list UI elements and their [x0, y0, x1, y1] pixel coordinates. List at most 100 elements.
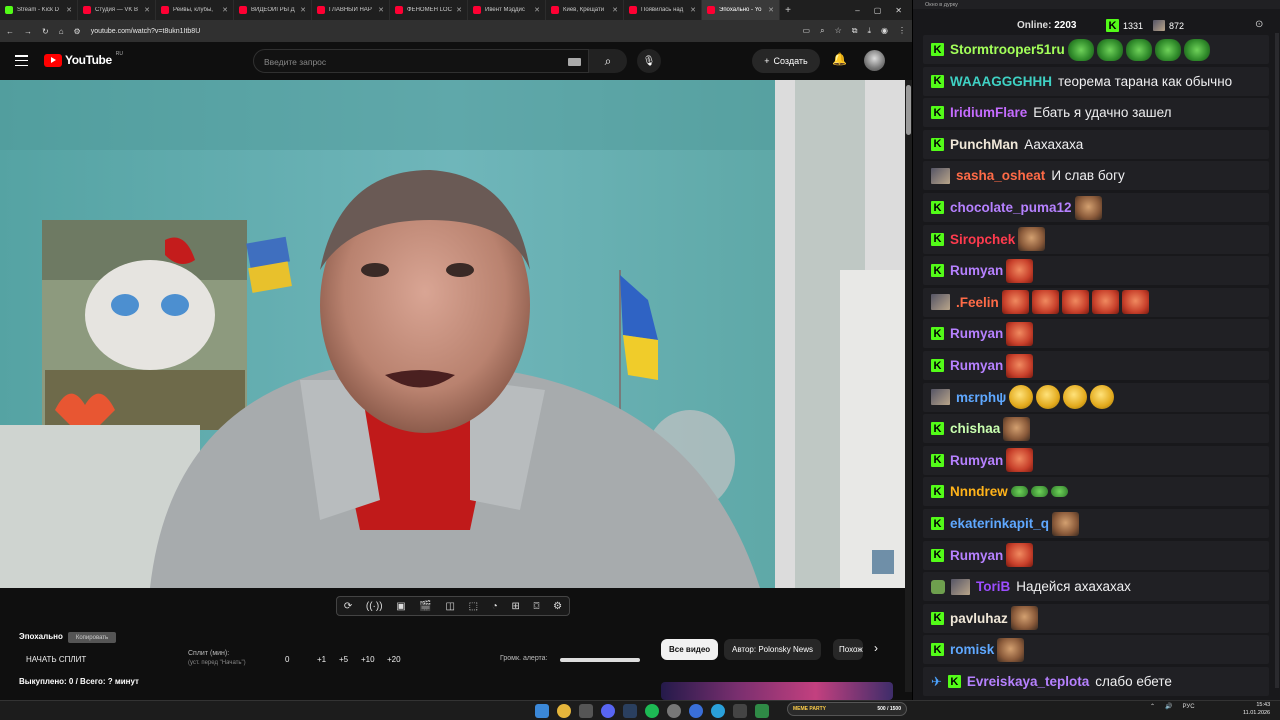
create-button[interactable]: + Создать [752, 49, 820, 73]
cast-icon[interactable]: ▭ [803, 26, 811, 36]
chat-username[interactable]: Rumyan [950, 326, 1003, 341]
spotify-icon[interactable] [645, 704, 659, 718]
browser-tab[interactable]: ГЛАВНЫЙ НАР ✕ [312, 0, 390, 20]
back-icon[interactable]: ← [6, 27, 14, 36]
chat-message[interactable]: Kchocolate_puma12 [923, 193, 1269, 222]
chip-author[interactable]: Автор: Polonsky News [724, 639, 822, 660]
chat-username[interactable]: IridiumFlare [950, 105, 1027, 120]
split-plus10-button[interactable]: +10 [361, 655, 375, 664]
chat-message[interactable]: K WAAAGGGHHH теорема тарана как обычно [923, 66, 1269, 96]
chip-all-videos[interactable]: Все видео [661, 639, 719, 660]
chat-username[interactable]: WAAAGGGHHH [950, 74, 1052, 89]
chat-username[interactable]: ekaterinkapit_q [950, 516, 1049, 531]
chat-username[interactable]: pavluhaz [950, 611, 1008, 626]
clock[interactable]: 15:43 11.01.2026 [1243, 701, 1270, 717]
chat-username[interactable]: sasha_osheat [956, 168, 1045, 183]
windows-start-icon[interactable] [535, 704, 549, 718]
new-tab-button[interactable]: + [780, 5, 796, 16]
chat-message[interactable]: sasha_osheat И слав богу [923, 161, 1269, 191]
tab-close-icon[interactable]: ✕ [768, 6, 774, 14]
clip-icon[interactable]: 🎬 [419, 601, 431, 612]
chat-message[interactable]: ✈ K Evreiskaya_teplota слабо ебете [923, 667, 1269, 696]
split-plus20-button[interactable]: +20 [387, 655, 401, 664]
chat-scrollbar[interactable] [1275, 33, 1279, 688]
page-scrollbar[interactable] [905, 80, 912, 692]
start-split-button[interactable]: НАЧАТЬ СПЛИТ [26, 655, 86, 664]
chat-username[interactable]: chocolate_puma12 [950, 200, 1072, 215]
chat-username[interactable]: Rumyan [950, 263, 1003, 278]
chat-message[interactable]: .Feelin [923, 287, 1269, 317]
screen-icon[interactable]: ▣ [396, 601, 405, 612]
site-info-icon[interactable]: ⚙ [74, 27, 81, 36]
chat-message[interactable]: K Rumyan [923, 256, 1269, 286]
youtube-logo[interactable]: YouTube RU [44, 51, 123, 67]
app-icon-1[interactable] [579, 704, 593, 718]
chat-message[interactable]: Kchishaa [923, 414, 1269, 444]
tab-close-icon[interactable]: ✕ [144, 6, 150, 14]
chat-message[interactable]: K Stormtrooper51ru [923, 35, 1269, 64]
theater-icon[interactable]: ⬚ [469, 601, 478, 612]
broadcast-icon[interactable]: ((·)) [366, 601, 383, 612]
browser-tab[interactable]: Эпохально - Yo ✕ [702, 0, 780, 20]
chat-username[interactable]: Stormtrooper51ru [950, 42, 1065, 57]
search-button[interactable]: ⌕ [589, 49, 627, 73]
tab-close-icon[interactable]: ✕ [534, 6, 540, 14]
chat-message[interactable]: K Rumyan [923, 445, 1269, 475]
app-icon-4[interactable] [755, 704, 769, 718]
chat-username[interactable]: Evreiskaya_teplota [967, 674, 1089, 689]
chat-message[interactable]: ToriB Надейся ахахахах [923, 572, 1269, 602]
tab-close-icon[interactable]: ✕ [690, 6, 696, 14]
chevron-up-icon[interactable]: ⌃ [1150, 703, 1155, 710]
video-player[interactable] [0, 80, 905, 588]
chat-username[interactable]: ToriB [976, 579, 1010, 594]
extensions-icon[interactable]: ⧉ [852, 26, 858, 36]
telegram-icon[interactable] [711, 704, 725, 718]
tab-close-icon[interactable]: ✕ [222, 6, 228, 14]
bookmark-icon[interactable]: ☆ [835, 26, 842, 36]
chat-message[interactable]: Kekaterinkapit_q [923, 509, 1269, 538]
reload-icon[interactable]: ↻ [42, 27, 49, 36]
split-plus1-button[interactable]: +1 [317, 655, 326, 664]
download-icon[interactable]: ⤓ [867, 26, 871, 36]
browser-tab[interactable]: Появилась над ✕ [624, 0, 702, 20]
chat-message[interactable]: K Rumyan [923, 319, 1269, 349]
chat-message[interactable]: K IridiumFlare Ебать я удачно зашел [923, 98, 1269, 128]
speed-icon[interactable]: ◔ [492, 601, 498, 612]
chat-message[interactable]: K Rumyan [923, 351, 1269, 380]
zoom-icon[interactable]: ⌕ [820, 26, 824, 36]
chat-username[interactable]: Nnndrew [950, 484, 1008, 499]
forward-icon[interactable]: → [24, 27, 32, 36]
app-icon-2[interactable] [667, 704, 681, 718]
tab-close-icon[interactable]: ✕ [612, 6, 618, 14]
chat-message[interactable]: K Siropchek [923, 224, 1269, 254]
chat-username[interactable]: Rumyan [950, 358, 1003, 373]
browser-tab[interactable]: Stream - Kick D ✕ [0, 0, 78, 20]
url-field[interactable]: youtube.com/watch?v=t8ukn1Itb8U [91, 28, 793, 35]
home-icon[interactable]: ⌂ [59, 27, 64, 36]
close-window-icon[interactable]: ✕ [895, 6, 902, 15]
recommended-video-thumbnail[interactable] [661, 682, 893, 700]
chat-message[interactable]: K Rumyan [923, 540, 1269, 570]
hamburger-menu-icon[interactable] [15, 55, 28, 66]
meme-party-widget[interactable]: MEME PARTY 500 / 1500 [787, 702, 907, 716]
settings-icon[interactable]: ⚙ [553, 601, 562, 612]
chat-username[interactable]: Rumyan [950, 453, 1003, 468]
chat-message[interactable]: K Nnndrew [923, 477, 1269, 507]
camera-icon[interactable]: ⌼ [534, 601, 540, 612]
page-scrollbar-thumb[interactable] [906, 85, 911, 135]
voice-search-button[interactable]: 🎙 [637, 49, 661, 73]
loop-icon[interactable]: ⟳ [344, 601, 352, 612]
add-clip-icon[interactable]: ⊞ [511, 601, 519, 612]
split-0-button[interactable]: 0 [285, 655, 289, 664]
language-indicator[interactable]: РУС [1183, 704, 1195, 710]
chat-username[interactable]: .Feelin [956, 295, 999, 310]
tab-close-icon[interactable]: ✕ [66, 6, 72, 14]
chrome-icon[interactable] [557, 704, 571, 718]
tab-close-icon[interactable]: ✕ [456, 6, 462, 14]
chat-username[interactable]: mεrphψ [956, 390, 1006, 405]
chips-next-icon[interactable]: › [874, 641, 878, 655]
media-player-icon[interactable] [689, 704, 703, 718]
account-avatar[interactable] [864, 50, 885, 71]
browser-tab[interactable]: Рейвы, клубы, ✕ [156, 0, 234, 20]
chat-message[interactable]: mεrphψ [923, 382, 1269, 412]
